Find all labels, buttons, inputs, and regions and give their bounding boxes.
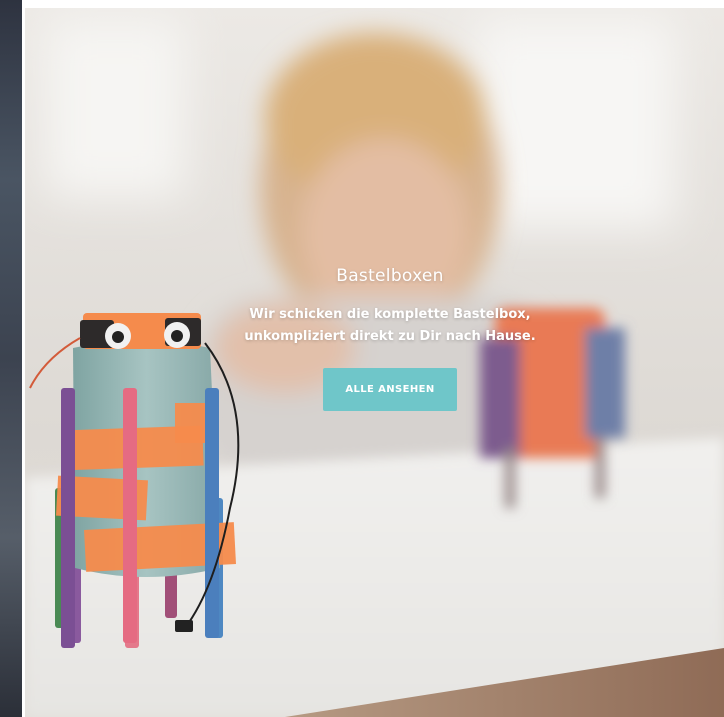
hero-description: Wir schicken die komplette Bastelbox, un… <box>244 307 536 344</box>
hero-banner: Bastelboxen Wir schicken die komplette B… <box>25 8 724 717</box>
view-all-button[interactable]: ALLE ANSEHEN <box>323 368 457 411</box>
page: Bastelboxen Wir schicken die komplette B… <box>0 0 724 717</box>
previous-slide-edge <box>0 0 22 717</box>
hero-title: Bastelboxen <box>336 266 444 286</box>
hero-content: Bastelboxen Wir schicken die komplette B… <box>225 266 555 411</box>
